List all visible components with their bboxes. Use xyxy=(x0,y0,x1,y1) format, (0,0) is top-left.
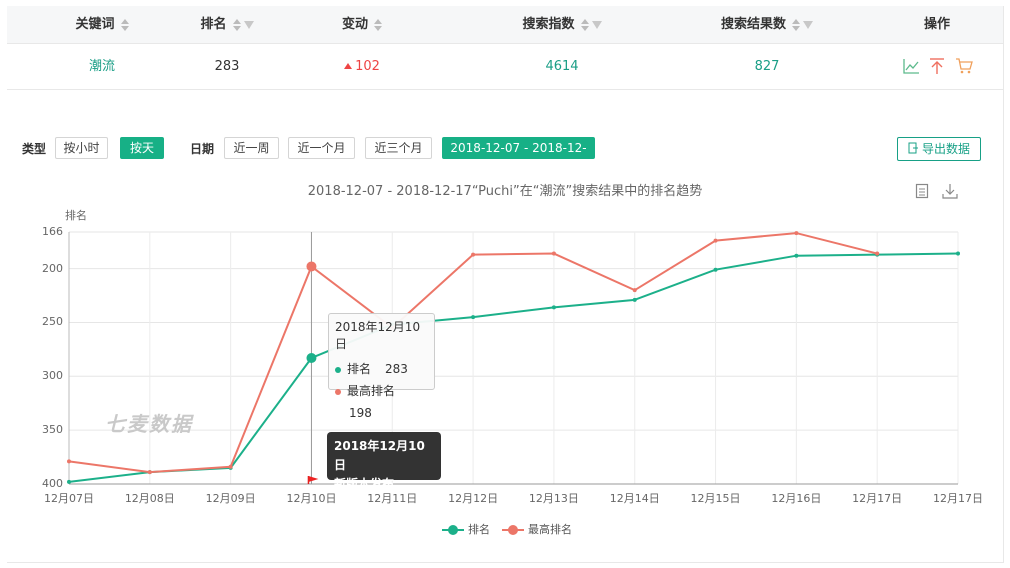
data-point xyxy=(228,464,233,469)
data-point xyxy=(67,479,71,484)
rank-trend-chart xyxy=(67,231,960,485)
tooltip-row: 排名 283 xyxy=(335,358,428,380)
data-point xyxy=(147,470,152,475)
watermark: 七麦数据 xyxy=(105,412,193,436)
tooltip-row: 最高排名198 xyxy=(335,380,428,420)
data-point xyxy=(551,305,556,310)
data-point xyxy=(794,253,799,258)
release-annotation-tooltip: 2018年12月10日 新版本发布：1.8.2 xyxy=(327,432,441,510)
legend-marker xyxy=(502,525,524,535)
data-point xyxy=(306,353,317,363)
legend-marker xyxy=(442,525,464,535)
legend-item-rank[interactable]: 排名 xyxy=(442,521,490,537)
data-point xyxy=(67,459,71,464)
data-point xyxy=(713,238,718,243)
tooltip-title: 2018年12月10日 xyxy=(335,320,421,351)
series-marker xyxy=(335,388,341,395)
data-point xyxy=(632,297,637,302)
data-point xyxy=(306,261,317,272)
data-point xyxy=(713,267,718,272)
release-flag-icon xyxy=(308,476,319,482)
data-point xyxy=(551,251,556,256)
data-point xyxy=(471,252,476,257)
data-point xyxy=(794,231,799,236)
keyword-rank-panel: 关键词 排名 变动 搜索指数 搜索结果数 操作 潮流 283 102 4614 … xyxy=(7,6,1004,563)
data-point xyxy=(956,251,960,256)
chart-tooltip: 2018年12月10日 排名 283 最高排名198 xyxy=(328,313,435,420)
series-line xyxy=(68,252,959,483)
data-point xyxy=(632,288,637,293)
series-marker xyxy=(335,366,341,373)
legend-item-best-rank[interactable]: 最高排名 xyxy=(502,521,572,537)
data-point xyxy=(471,315,476,320)
data-point xyxy=(875,251,880,256)
